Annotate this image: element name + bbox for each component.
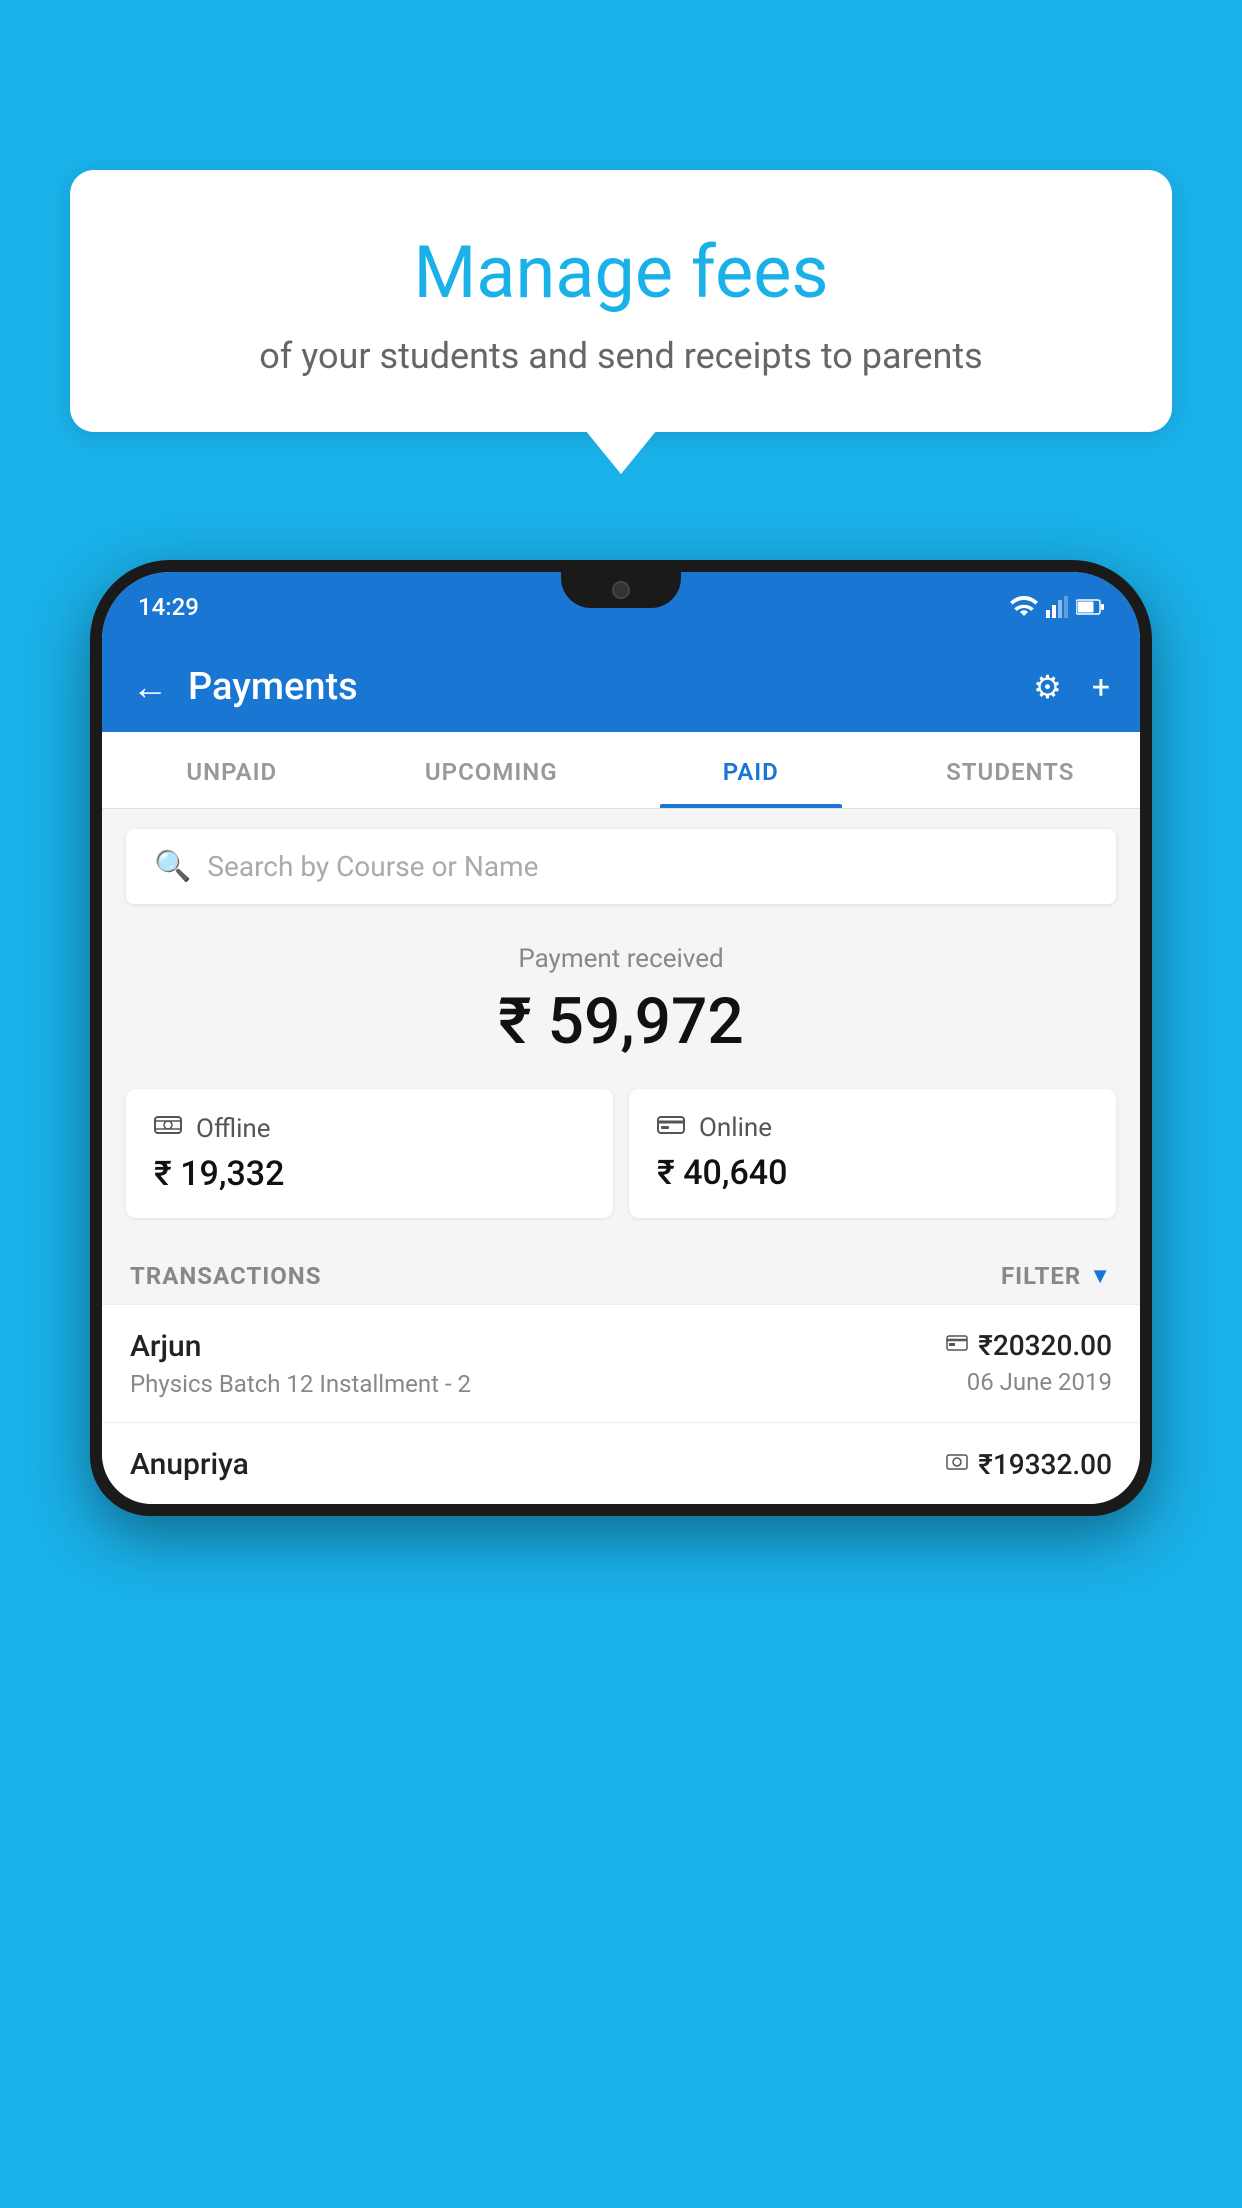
settings-icon[interactable]: ⚙ <box>1033 668 1062 706</box>
rupee-icon <box>946 1453 968 1471</box>
signal-icon <box>1046 596 1068 618</box>
back-button[interactable]: ← <box>132 666 168 708</box>
transaction-icon-2 <box>946 1452 968 1477</box>
online-label: Online <box>699 1113 772 1143</box>
tab-students[interactable]: STUDENTS <box>881 732 1141 808</box>
search-input[interactable]: Search by Course or Name <box>207 850 538 883</box>
transactions-header: TRANSACTIONS FILTER ▼ <box>102 1242 1140 1304</box>
transaction-sub-1: Physics Batch 12 Installment - 2 <box>130 1370 946 1398</box>
online-icon <box>657 1113 685 1143</box>
search-icon: 🔍 <box>154 849 191 884</box>
tab-unpaid[interactable]: UNPAID <box>102 732 362 808</box>
online-payment-icon <box>657 1114 685 1136</box>
wifi-icon <box>1010 596 1038 618</box>
offline-amount: ₹ 19,332 <box>154 1154 585 1194</box>
offline-label: Offline <box>196 1114 271 1144</box>
battery-icon <box>1076 598 1104 616</box>
speech-bubble-title: Manage fees <box>130 230 1112 315</box>
online-card: Online ₹ 40,640 <box>629 1089 1116 1218</box>
filter-icon: ▼ <box>1089 1263 1112 1289</box>
online-amount: ₹ 40,640 <box>657 1153 1088 1193</box>
card-icon <box>946 1334 968 1352</box>
transaction-amount-2: ₹19332.00 <box>978 1448 1112 1481</box>
camera <box>612 581 630 599</box>
tab-upcoming[interactable]: UPCOMING <box>362 732 622 808</box>
status-icons <box>1010 596 1104 618</box>
speech-bubble-subtitle: of your students and send receipts to pa… <box>130 335 1112 377</box>
search-container: 🔍 Search by Course or Name <box>102 809 1140 914</box>
page-title: Payments <box>188 665 1013 709</box>
header-icons: ⚙ + <box>1033 668 1110 706</box>
transactions-label: TRANSACTIONS <box>130 1262 322 1290</box>
transaction-amount-1: ₹20320.00 <box>978 1329 1112 1362</box>
tab-paid[interactable]: PAID <box>621 732 881 808</box>
phone-outer: 14:29 <box>90 560 1152 1516</box>
phone-notch <box>561 572 681 608</box>
transaction-row: Arjun Physics Batch 12 Installment - 2 ₹… <box>102 1304 1140 1422</box>
phone-inner: 14:29 <box>102 572 1140 1504</box>
payment-received-section: Payment received ₹ 59,972 <box>102 914 1140 1079</box>
search-bar[interactable]: 🔍 Search by Course or Name <box>126 829 1116 904</box>
transaction-icon-1 <box>946 1333 968 1358</box>
filter-button[interactable]: FILTER ▼ <box>1001 1262 1112 1290</box>
transaction-row-2: Anupriya ₹19332.00 <box>102 1422 1140 1504</box>
phone-mockup: 14:29 <box>90 560 1152 2208</box>
status-bar: 14:29 <box>102 572 1140 642</box>
offline-card: Offline ₹ 19,332 <box>126 1089 613 1218</box>
tabs-bar: UNPAID UPCOMING PAID STUDENTS <box>102 732 1140 809</box>
payment-received-label: Payment received <box>102 944 1140 974</box>
speech-bubble: Manage fees of your students and send re… <box>70 170 1172 432</box>
offline-icon <box>154 1113 182 1144</box>
app-header: ← Payments ⚙ + <box>102 642 1140 732</box>
transaction-name-1: Arjun <box>130 1329 946 1364</box>
transaction-date-1: 06 June 2019 <box>946 1368 1112 1396</box>
status-time: 14:29 <box>138 593 199 621</box>
payment-received-amount: ₹ 59,972 <box>102 984 1140 1059</box>
offline-payment-icon <box>154 1113 182 1137</box>
add-icon[interactable]: + <box>1092 668 1110 706</box>
transaction-name-2: Anupriya <box>130 1447 946 1482</box>
payment-cards-row: Offline ₹ 19,332 <box>102 1079 1140 1242</box>
